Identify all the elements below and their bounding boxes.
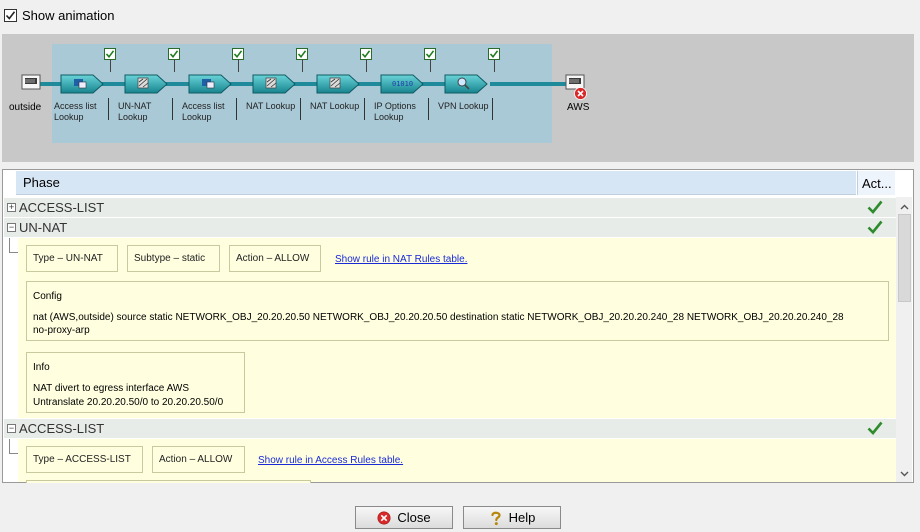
config-title: Config: [33, 291, 62, 302]
stage-enable-checkbox[interactable]: [488, 48, 500, 60]
stage-node[interactable]: 01010: [380, 73, 424, 95]
close-button-label: Close: [397, 510, 431, 525]
stage-enable-checkbox[interactable]: [104, 48, 116, 60]
scroll-down-arrow-icon[interactable]: [896, 466, 912, 482]
un-nat-type: Type – UN-NAT: [26, 245, 118, 272]
stage-enable-checkbox[interactable]: [360, 48, 372, 60]
collapse-icon[interactable]: −: [7, 424, 16, 433]
stage-connector: [110, 60, 111, 72]
allow-check-icon: [867, 200, 883, 214]
stage-node[interactable]: [124, 73, 168, 95]
column-header-action[interactable]: Act...: [857, 171, 895, 195]
close-icon: [377, 511, 391, 525]
info-title: Info: [33, 362, 50, 373]
phase-row-access-list[interactable]: − ACCESS-LIST: [4, 419, 896, 438]
help-icon: [489, 510, 503, 526]
help-button[interactable]: Help: [463, 506, 561, 529]
phase-name: UN-NAT: [19, 220, 68, 235]
allow-check-icon: [867, 220, 883, 234]
stage-enable-checkbox[interactable]: [424, 48, 436, 60]
show-nat-rule-link[interactable]: Show rule in NAT Rules table.: [335, 254, 467, 265]
stage-divider: [108, 98, 109, 120]
interface-outside-icon: [21, 73, 41, 93]
stage-divider: [172, 98, 173, 120]
stage-enable-checkbox[interactable]: [168, 48, 180, 60]
stage-label: NAT Lookup: [310, 101, 360, 111]
expand-icon[interactable]: +: [7, 203, 16, 212]
tree-connector: [9, 238, 18, 253]
config-text-continued: no-proxy-arp: [33, 325, 90, 336]
info-line: Untranslate 20.20.20.50/0 to 20.20.20.50…: [33, 397, 224, 408]
stage-label: IP Options: [374, 101, 416, 111]
show-animation-label: Show animation: [22, 8, 115, 23]
stage-connector: [494, 60, 495, 72]
stage-connector: [174, 60, 175, 72]
stage-label: Lookup: [182, 112, 212, 122]
stage-connector: [238, 60, 239, 72]
access-list-type: Type – ACCESS-LIST: [26, 446, 143, 473]
show-animation-checkbox[interactable]: [4, 9, 17, 22]
close-button[interactable]: Close: [355, 506, 453, 529]
stage-connector: [430, 60, 431, 72]
stage-label: NAT Lookup: [246, 101, 296, 111]
stage-divider: [300, 98, 301, 120]
un-nat-action: Action – ALLOW: [229, 245, 321, 272]
config-box-partial: [26, 480, 311, 483]
stage-label: Lookup: [118, 112, 148, 122]
stage-node[interactable]: [252, 73, 296, 95]
config-text: nat (AWS,outside) source static NETWORK_…: [33, 312, 844, 323]
stage-connector: [366, 60, 367, 72]
error-icon: [574, 87, 587, 100]
help-button-label: Help: [508, 510, 536, 525]
stage-label: Lookup: [374, 112, 404, 122]
scrollbar-thumb[interactable]: [898, 214, 911, 302]
allow-check-icon: [867, 421, 883, 435]
stage-label: VPN Lookup: [438, 101, 489, 111]
stage-node[interactable]: [316, 73, 360, 95]
info-line: NAT divert to egress interface AWS: [33, 383, 189, 394]
stage-divider: [364, 98, 365, 120]
access-list-action: Action – ALLOW: [152, 446, 245, 473]
svg-text:01010: 01010: [392, 80, 413, 88]
tree-connector: [9, 439, 18, 454]
show-animation-option[interactable]: Show animation: [4, 8, 115, 23]
collapse-icon[interactable]: −: [7, 223, 16, 232]
un-nat-subtype: Subtype – static: [127, 245, 220, 272]
pipe-segment: [40, 82, 62, 86]
stage-divider: [492, 98, 493, 120]
stage-label: Access list: [182, 101, 225, 111]
phase-name: ACCESS-LIST: [19, 421, 105, 436]
stage-divider: [236, 98, 237, 120]
phase-row-access-list[interactable]: + ACCESS-LIST: [4, 198, 896, 217]
pipe-segment: [490, 82, 566, 86]
stage-label: Lookup: [54, 112, 84, 122]
stage-divider: [428, 98, 429, 120]
stage-label: Access list: [54, 101, 97, 111]
stage-label: UN-NAT: [118, 101, 152, 111]
stage-connector: [302, 60, 303, 72]
scroll-up-arrow-icon[interactable]: [896, 199, 912, 215]
source-interface-label: outside: [9, 102, 42, 113]
stage-enable-checkbox[interactable]: [232, 48, 244, 60]
stage-node[interactable]: [188, 73, 232, 95]
show-access-rule-link[interactable]: Show rule in Access Rules table.: [258, 455, 403, 466]
phase-name: ACCESS-LIST: [19, 200, 105, 215]
config-box: [26, 281, 889, 341]
stage-node[interactable]: [444, 73, 488, 95]
stage-enable-checkbox[interactable]: [296, 48, 308, 60]
phase-row-un-nat[interactable]: − UN-NAT: [4, 218, 896, 237]
column-header-phase[interactable]: Phase: [16, 171, 856, 195]
destination-interface-label: AWS: [567, 102, 590, 113]
access-list-detail-panel: [18, 439, 896, 482]
stage-node[interactable]: [60, 73, 104, 95]
